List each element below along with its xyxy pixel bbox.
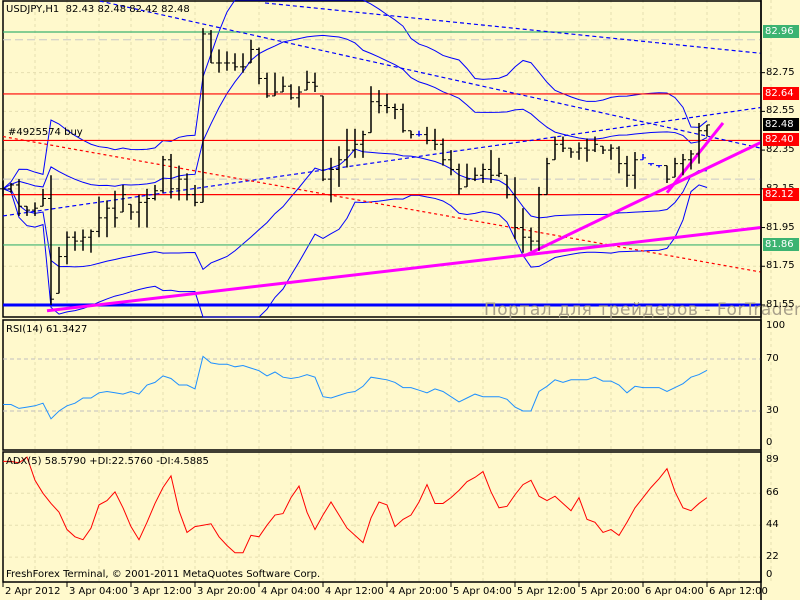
- symbol-label: USDJPY,H1 82.43 82.48 82.42 82.48: [6, 4, 190, 16]
- time-axis-label: 3 Apr 20:00: [197, 586, 256, 597]
- rsi-title: RSI(14) 61.3427: [6, 324, 88, 335]
- trendline: [46, 226, 762, 313]
- price-axis-label: 81.75: [766, 260, 795, 272]
- rsi-axis-label: 30: [766, 405, 779, 416]
- level-price-tag: 82.12: [763, 187, 799, 201]
- bollinger-band-line: [2, 148, 708, 271]
- price-axis-label: 81.55: [766, 298, 795, 310]
- panel-border: [2, 319, 762, 451]
- adx-axis-label: 89: [766, 453, 779, 465]
- copyright-footer: FreshForex Terminal, © 2001-2011 MetaQuo…: [6, 569, 321, 580]
- ohlc-values: 82.43 82.48 82.42 82.48: [65, 4, 190, 15]
- watermark: Портал для трейдеров - ForTrader.ru: [484, 300, 800, 320]
- time-axis-label: 5 Apr 12:00: [517, 586, 576, 597]
- channel-line: [2, 135, 762, 273]
- panel-border: [2, 0, 762, 318]
- time-axis-label: 6 Apr 04:00: [645, 586, 704, 597]
- time-axis-label: 5 Apr 20:00: [581, 586, 640, 597]
- level-price-tag: 82.40: [763, 133, 799, 147]
- panel-border: [2, 451, 762, 583]
- level-price-tag: 82.96: [763, 25, 799, 38]
- channel-line: [99, 0, 762, 149]
- time-axis-label: 4 Apr 12:00: [325, 586, 384, 597]
- rsi-axis-label: 100: [766, 320, 786, 331]
- time-axis-label: 3 Apr 04:00: [69, 586, 128, 597]
- level-price-tag: 81.86: [763, 237, 799, 251]
- symbol-name: USDJPY,H1: [6, 4, 60, 15]
- time-axis-label: 2 Apr 2012: [5, 586, 61, 597]
- adx-title: ADX(5) 58.5790 +DI:22.5760 -DI:4.5885: [6, 456, 209, 467]
- adx-axis-label: 22: [766, 551, 779, 563]
- adx-axis-label: 0: [766, 569, 773, 580]
- channel-line: [2, 106, 762, 217]
- rsi-axis-label: 0: [766, 437, 773, 448]
- price-axis-label: 82.75: [766, 66, 795, 78]
- current-price-tag: 82.48: [763, 117, 799, 131]
- order-label[interactable]: #4925574 buy: [8, 127, 83, 139]
- time-axis-label: 5 Apr 04:00: [453, 586, 512, 597]
- time-axis-label: 4 Apr 04:00: [261, 586, 320, 597]
- channel-line: [264, 2, 762, 54]
- time-axis-label: 6 Apr 12:00: [709, 586, 768, 597]
- price-axis-label: 82.55: [766, 105, 795, 117]
- rsi-axis-label: 70: [766, 353, 779, 364]
- time-axis-label: 3 Apr 12:00: [133, 586, 192, 597]
- adx-axis-label: 44: [766, 519, 779, 531]
- adx-axis-label: 66: [766, 487, 779, 499]
- time-axis-label: 4 Apr 20:00: [389, 586, 448, 597]
- level-price-tag: 82.64: [763, 86, 799, 100]
- price-axis-label: 81.95: [766, 221, 795, 233]
